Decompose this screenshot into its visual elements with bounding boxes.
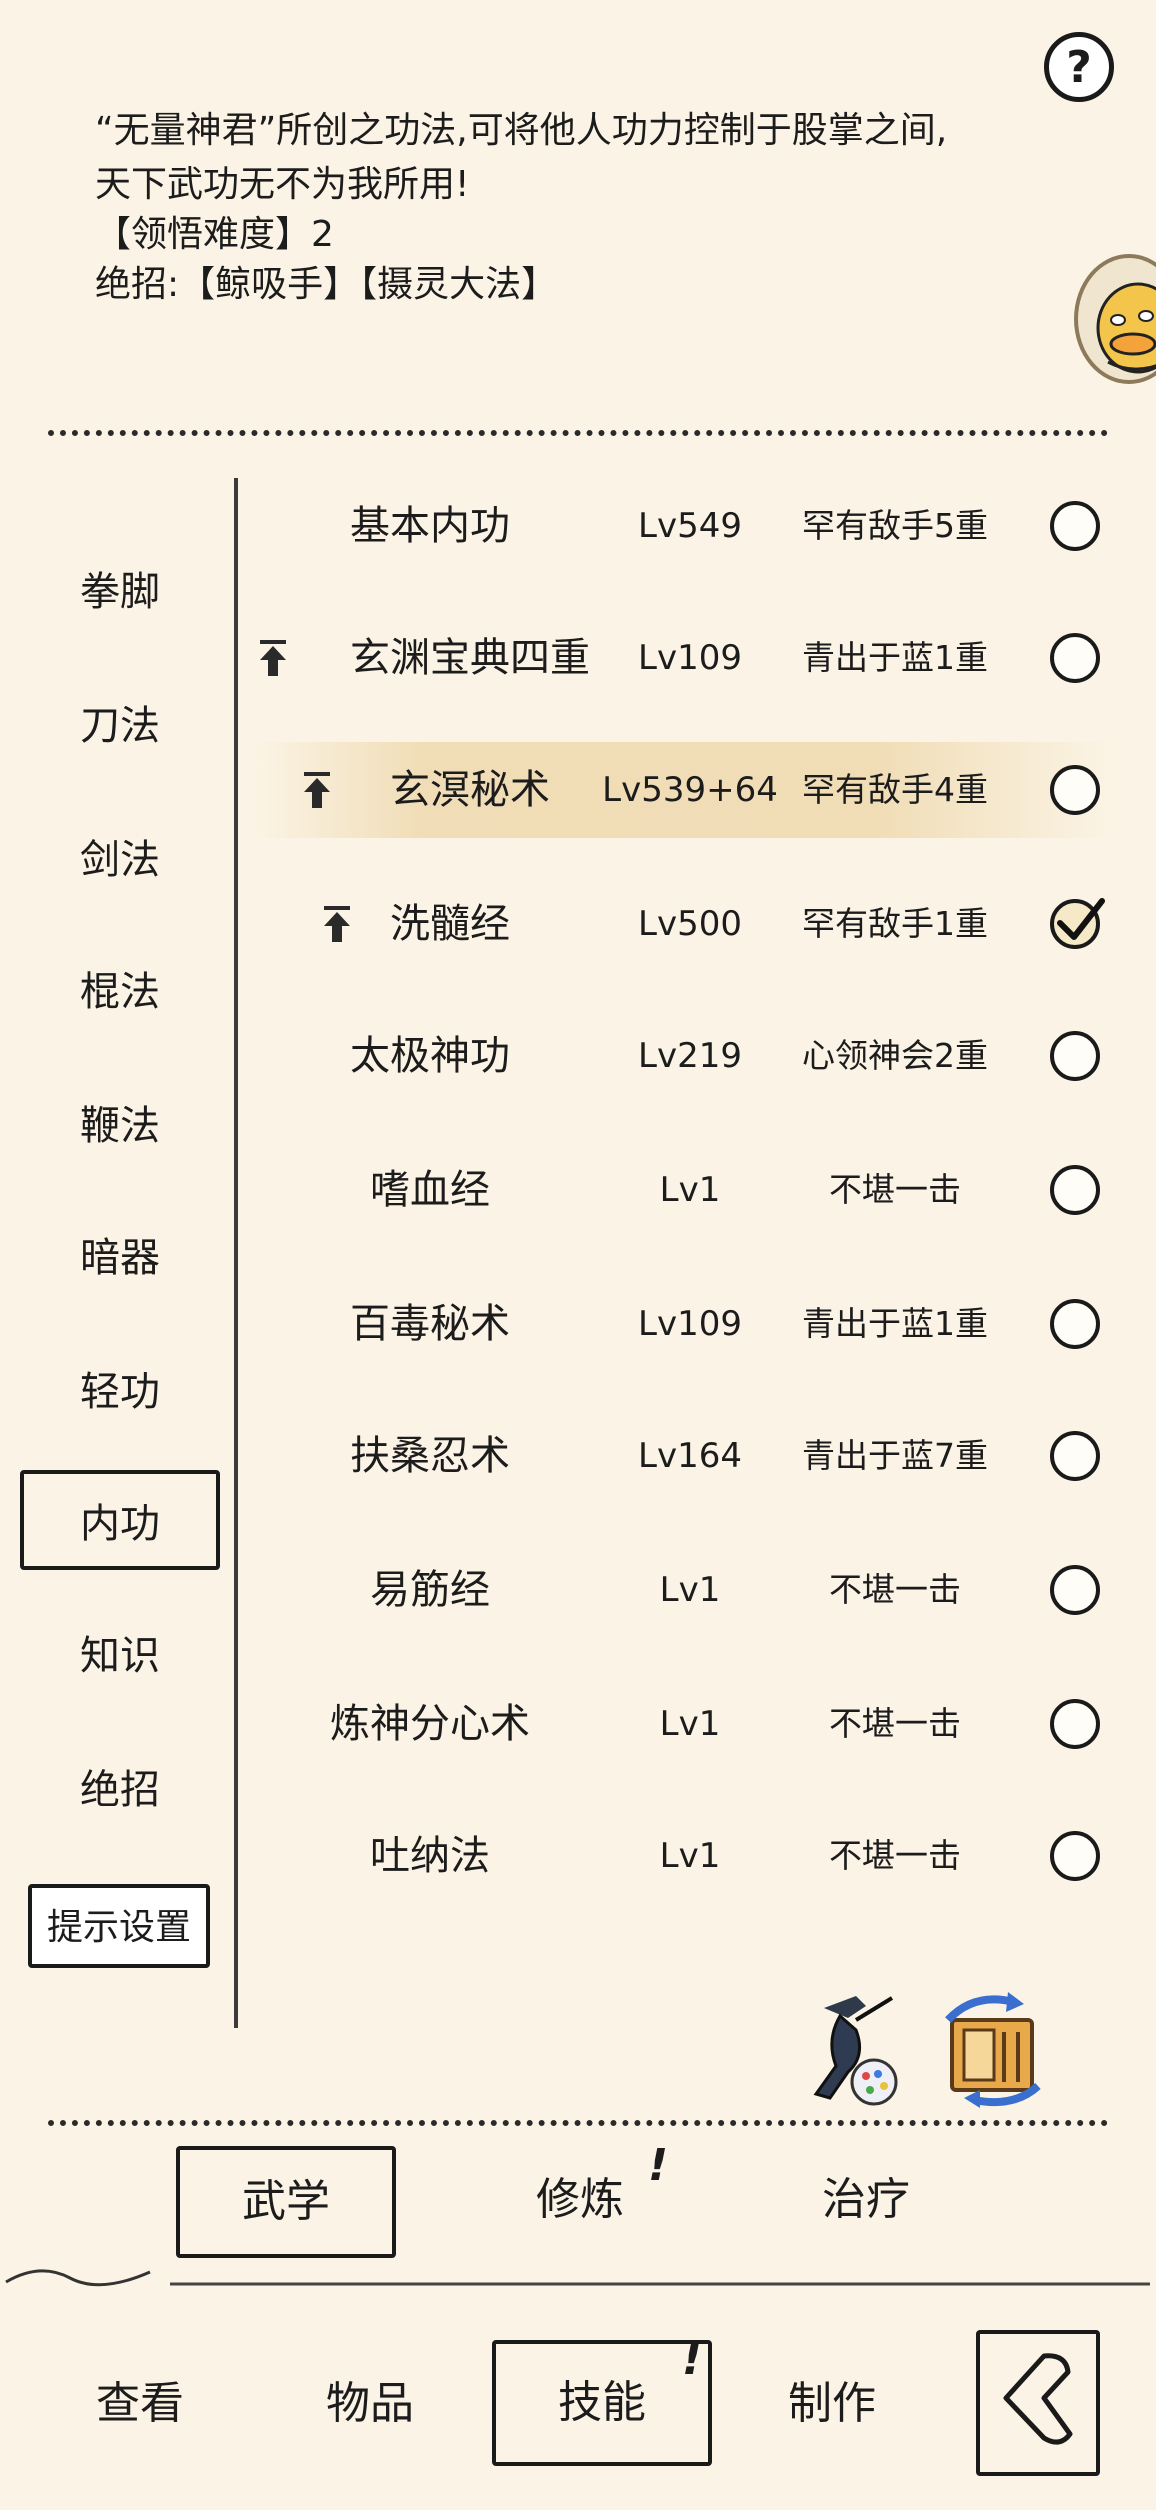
skill-description-line: “无量神君”所创之功法,可将他人功力控制于股掌之间, bbox=[95, 110, 948, 151]
category-fist[interactable]: 拳脚 bbox=[40, 562, 200, 622]
cultivate-alert-badge: ! bbox=[648, 2140, 669, 2191]
skill-level: Lv549 bbox=[638, 506, 742, 546]
skill-select-checkbox[interactable] bbox=[1050, 1699, 1100, 1749]
skill-rank: 罕有敌手5重 bbox=[802, 506, 988, 545]
skill-rank: 不堪一击 bbox=[829, 1170, 961, 1209]
skill-rank: 不堪一击 bbox=[829, 1836, 961, 1875]
tab-cultivate[interactable]: 修炼 bbox=[520, 2160, 640, 2240]
skill-name: 嗜血经 bbox=[370, 1167, 490, 1213]
help-button[interactable]: ? bbox=[1044, 32, 1114, 102]
checkmark-icon bbox=[1057, 898, 1105, 940]
skill-select-checkbox[interactable] bbox=[1050, 898, 1105, 949]
skill-name: 扶桑忍术 bbox=[350, 1433, 510, 1479]
skill-description-line: 天下武功无不为我所用! bbox=[95, 164, 470, 205]
skill-row[interactable]: 炼神分心术 Lv1 不堪一击 bbox=[250, 1676, 1120, 1772]
skill-select-checkbox[interactable] bbox=[1050, 1165, 1100, 1215]
skill-level: Lv109 bbox=[638, 638, 742, 678]
skill-row[interactable]: 玄渊宝典四重 Lv109 青出于蓝1重 bbox=[250, 610, 1120, 706]
question-icon: ? bbox=[1066, 41, 1092, 93]
nav-view[interactable]: 查看 bbox=[70, 2364, 210, 2444]
hint-settings-button[interactable]: 提示设置 bbox=[28, 1884, 210, 1968]
swordsman-palette-icon[interactable] bbox=[796, 1990, 906, 2110]
duck-avatar-icon bbox=[1096, 282, 1156, 374]
nav-items[interactable]: 物品 bbox=[300, 2364, 440, 2444]
skill-select-checkbox[interactable] bbox=[1050, 501, 1100, 551]
category-lightness[interactable]: 轻功 bbox=[40, 1362, 200, 1422]
skill-select-checkbox[interactable] bbox=[1050, 1031, 1100, 1081]
skill-name: 易筋经 bbox=[370, 1567, 490, 1613]
skill-name: 基本内功 bbox=[350, 503, 510, 549]
tab-heal[interactable]: 治疗 bbox=[806, 2160, 926, 2240]
skill-rank: 青出于蓝7重 bbox=[802, 1436, 988, 1475]
category-staff[interactable]: 棍法 bbox=[40, 962, 200, 1022]
skill-name: 太极神功 bbox=[350, 1033, 510, 1079]
back-arrow-icon bbox=[1003, 2353, 1073, 2445]
nav-craft[interactable]: 制作 bbox=[762, 2364, 902, 2444]
skills-alert-badge: ! bbox=[682, 2334, 703, 2385]
category-hidden-weapon[interactable]: 暗器 bbox=[40, 1228, 200, 1288]
nav-skills[interactable]: 技能 bbox=[492, 2340, 712, 2466]
up-arrow-icon bbox=[260, 640, 286, 676]
skill-name: 洗髓经 bbox=[390, 901, 510, 947]
skill-level: Lv219 bbox=[638, 1036, 742, 1076]
skill-level: Lv539+64 bbox=[602, 770, 778, 810]
skill-row[interactable]: 太极神功 Lv219 心领神会2重 bbox=[250, 1008, 1120, 1104]
category-blade[interactable]: 刀法 bbox=[40, 696, 200, 756]
tab-martial[interactable]: 武学 bbox=[176, 2146, 396, 2258]
skill-rank: 不堪一击 bbox=[829, 1704, 961, 1743]
skill-select-checkbox[interactable] bbox=[1050, 1831, 1100, 1881]
skill-rank: 心领神会2重 bbox=[802, 1036, 988, 1075]
category-sword[interactable]: 剑法 bbox=[40, 830, 200, 890]
skill-row[interactable]: 洗髓经 Lv500 罕有敌手1重 bbox=[250, 876, 1120, 972]
skill-level: Lv500 bbox=[638, 904, 742, 944]
special-moves: 绝招:【鲸吸手】【摄灵大法】 bbox=[95, 264, 558, 305]
skill-name: 炼神分心术 bbox=[330, 1701, 530, 1747]
skill-rank: 罕有敌手4重 bbox=[802, 770, 988, 809]
category-whip[interactable]: 鞭法 bbox=[40, 1096, 200, 1156]
skill-rank: 罕有敌手1重 bbox=[802, 904, 988, 943]
avatar[interactable] bbox=[1074, 254, 1156, 384]
skill-row[interactable]: 基本内功 Lv549 罕有敌手5重 bbox=[250, 478, 1120, 574]
skill-name: 百毒秘术 bbox=[350, 1301, 510, 1347]
skill-row[interactable]: 玄溟秘术 Lv539+64 罕有敌手4重 bbox=[250, 742, 1120, 838]
skill-select-checkbox[interactable] bbox=[1050, 765, 1100, 815]
skill-level: Lv109 bbox=[638, 1304, 742, 1344]
skill-row[interactable]: 扶桑忍术 Lv164 青出于蓝7重 bbox=[250, 1408, 1120, 1504]
skill-row[interactable]: 百毒秘术 Lv109 青出于蓝1重 bbox=[250, 1276, 1120, 1372]
skill-rank: 青出于蓝1重 bbox=[802, 638, 988, 677]
skill-level: Lv1 bbox=[659, 1704, 721, 1744]
skill-rank: 青出于蓝1重 bbox=[802, 1304, 988, 1343]
skill-row[interactable]: 易筋经 Lv1 不堪一击 bbox=[250, 1542, 1120, 1638]
comprehension-difficulty: 【领悟难度】2 bbox=[95, 214, 334, 255]
skill-select-checkbox[interactable] bbox=[1050, 1299, 1100, 1349]
category-divider bbox=[234, 478, 238, 2028]
skill-select-checkbox[interactable] bbox=[1050, 1431, 1100, 1481]
nav-separator bbox=[5, 2269, 1150, 2287]
skill-level: Lv1 bbox=[659, 1570, 721, 1610]
skill-name: 吐纳法 bbox=[370, 1833, 490, 1879]
skill-level: Lv1 bbox=[659, 1170, 721, 1210]
skill-select-checkbox[interactable] bbox=[1050, 633, 1100, 683]
category-knowledge[interactable]: 知识 bbox=[40, 1626, 200, 1686]
skill-select-checkbox[interactable] bbox=[1050, 1565, 1100, 1615]
skill-rank: 不堪一击 bbox=[829, 1570, 961, 1609]
skill-level: Lv1 bbox=[659, 1836, 721, 1876]
category-ultimate[interactable]: 绝招 bbox=[40, 1760, 200, 1820]
back-button[interactable] bbox=[976, 2330, 1100, 2476]
skill-row[interactable]: 吐纳法 Lv1 不堪一击 bbox=[250, 1808, 1120, 1904]
manual-swap-icon[interactable] bbox=[934, 1990, 1052, 2110]
divider bbox=[48, 2120, 1108, 2126]
divider bbox=[48, 430, 1108, 436]
skill-level: Lv164 bbox=[638, 1436, 742, 1476]
category-inner-power[interactable]: 内功 bbox=[20, 1470, 220, 1570]
skill-row[interactable]: 嗜血经 Lv1 不堪一击 bbox=[250, 1142, 1120, 1238]
